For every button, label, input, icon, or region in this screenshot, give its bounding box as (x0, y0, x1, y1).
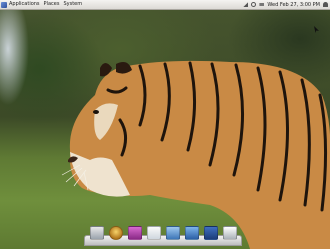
trash-icon[interactable] (223, 226, 237, 240)
menu-places[interactable]: Places (44, 0, 60, 9)
camera-icon[interactable] (109, 226, 123, 240)
volume-icon[interactable] (251, 2, 257, 7)
media-icon[interactable] (128, 226, 142, 240)
text-editor-icon[interactable] (147, 226, 161, 240)
folder-icon[interactable] (166, 226, 180, 240)
top-panel: Applications Places System Wed Feb 27, 3… (0, 0, 330, 10)
menu-applications[interactable]: Applications (9, 0, 40, 9)
menu-system[interactable]: System (63, 0, 82, 9)
finder-icon[interactable] (90, 226, 104, 240)
power-icon[interactable] (323, 2, 328, 7)
tiger-image (61, 60, 330, 249)
monitor-icon[interactable] (204, 226, 218, 240)
clock[interactable]: Wed Feb 27, 3:00 PM (267, 2, 320, 8)
network-icon[interactable] (243, 2, 249, 7)
desktop-wallpaper (0, 9, 330, 249)
distro-logo-icon[interactable] (1, 1, 7, 8)
dock (84, 226, 242, 246)
mail-icon[interactable] (259, 3, 265, 6)
system-tray: Wed Feb 27, 3:00 PM (243, 2, 330, 8)
documents-icon[interactable] (185, 226, 199, 240)
